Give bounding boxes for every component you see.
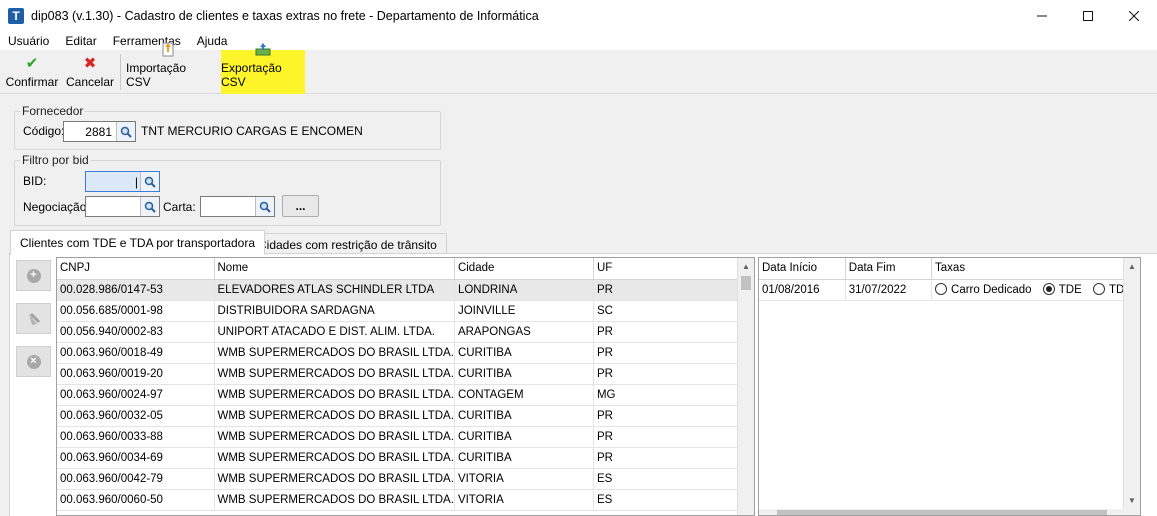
minimize-button[interactable] bbox=[1019, 0, 1065, 31]
negociacao-label: Negociação: bbox=[23, 200, 90, 214]
minimize-icon bbox=[1037, 15, 1047, 16]
close-window-button[interactable] bbox=[1111, 0, 1157, 31]
remove-icon: × bbox=[26, 354, 41, 369]
export-document-icon bbox=[254, 41, 272, 59]
negociacao-input[interactable] bbox=[85, 196, 160, 217]
close-icon bbox=[1129, 10, 1139, 21]
column-header-nome[interactable]: Nome bbox=[214, 258, 455, 280]
codigo-value: 2881 bbox=[85, 124, 112, 139]
clients-header-row: CNPJ Nome Cidade UF bbox=[57, 258, 749, 280]
radio-carro-dedicado[interactable]: Carro Dedicado bbox=[935, 283, 1032, 296]
table-row[interactable]: 00.063.960/0033-88 WMB SUPERMERCADOS DO B… bbox=[57, 426, 749, 448]
checkmark-icon: ✔ bbox=[25, 55, 39, 72]
column-header-cnpj[interactable]: CNPJ bbox=[57, 258, 215, 280]
cancel-button[interactable]: ✖ Cancelar bbox=[64, 50, 116, 94]
clients-vertical-scrollbar[interactable]: ▲ bbox=[737, 258, 754, 515]
carta-input[interactable] bbox=[200, 196, 275, 217]
table-row[interactable]: 01/08/2016 31/07/2022 Carro Dedicado TDE… bbox=[759, 279, 1140, 301]
fornecedor-group: Fornecedor Código: 2881 TNT MERCURIO CAR… bbox=[14, 104, 441, 150]
edit-icon bbox=[28, 312, 40, 325]
delete-button[interactable]: × bbox=[16, 346, 51, 377]
bid-search-button[interactable] bbox=[140, 172, 159, 191]
table-row[interactable]: 00.063.960/0032-05 WMB SUPERMERCADOS DO B… bbox=[57, 405, 749, 427]
import-document-icon bbox=[160, 41, 176, 59]
search-icon bbox=[144, 176, 156, 188]
filtro-group: Filtro por bid BID: | Negociação: Carta:… bbox=[14, 153, 441, 226]
scroll-thumb[interactable] bbox=[741, 276, 751, 290]
table-row[interactable]: 00.056.940/0002-83 UNIPORT ATACADO E DIST… bbox=[57, 321, 749, 343]
scroll-down-icon[interactable]: ▼ bbox=[1124, 492, 1140, 509]
taxas-cell: Carro Dedicado TDE TDE bbox=[931, 279, 1140, 301]
table-row[interactable]: 00.056.685/0001-98 DISTRIBUIDORA SARDAGNA… bbox=[57, 300, 749, 322]
tab-clientes[interactable]: Clientes com TDE e TDA por transportador… bbox=[10, 230, 265, 255]
title-bar: T dip083 (v.1.30) - Cadastro de clientes… bbox=[0, 0, 1157, 31]
radio-tde[interactable]: TDE bbox=[1042, 283, 1082, 296]
codigo-label: Código: bbox=[23, 124, 65, 138]
codigo-input[interactable]: 2881 bbox=[63, 121, 136, 142]
confirm-button[interactable]: ✔ Confirmar bbox=[4, 50, 60, 94]
toolbar: ✔ Confirmar ✖ Cancelar Importação CSV Ex… bbox=[0, 42, 1157, 94]
radio-unchecked-icon bbox=[935, 283, 948, 295]
menu-editar[interactable]: Editar bbox=[57, 34, 104, 48]
export-csv-label: Exportação CSV bbox=[221, 61, 282, 89]
negociacao-search-button[interactable] bbox=[140, 197, 159, 216]
import-csv-button[interactable]: Importação CSV bbox=[126, 42, 210, 94]
bid-cursor: | bbox=[134, 174, 138, 189]
carta-search-button[interactable] bbox=[255, 197, 274, 216]
scroll-up-icon[interactable]: ▲ bbox=[1124, 258, 1140, 275]
radio-unchecked-icon bbox=[1092, 283, 1105, 295]
window-title: dip083 (v.1.30) - Cadastro de clientes e… bbox=[31, 8, 539, 23]
toolbar-separator bbox=[120, 54, 121, 90]
column-header-taxas[interactable]: Taxas bbox=[931, 258, 1140, 280]
table-row[interactable]: 00.063.960/0024-97 WMB SUPERMERCADOS DO B… bbox=[57, 384, 749, 406]
clients-grid: CNPJ Nome Cidade UF 00.028.986/0147-53 EL… bbox=[56, 257, 755, 516]
table-row[interactable]: 00.028.986/0147-53 ELEVADORES ATLAS SCHIN… bbox=[57, 279, 749, 301]
radio-checked-icon bbox=[1042, 283, 1055, 295]
menu-usuario[interactable]: Usuário bbox=[0, 34, 57, 48]
bid-input[interactable]: | bbox=[85, 171, 160, 192]
fornecedor-name: TNT MERCURIO CARGAS E ENCOMEN bbox=[141, 124, 363, 138]
codigo-search-button[interactable] bbox=[116, 122, 135, 141]
column-header-uf[interactable]: UF bbox=[593, 258, 749, 280]
column-header-data-inicio[interactable]: Data Início bbox=[759, 258, 846, 280]
edit-button[interactable] bbox=[16, 303, 51, 334]
taxes-header-row: Data Início Data Fim Taxas bbox=[759, 258, 1140, 280]
column-header-cidade[interactable]: Cidade bbox=[454, 258, 594, 280]
table-row[interactable]: 00.063.960/0042-79 WMB SUPERMERCADOS DO B… bbox=[57, 468, 749, 490]
data-fim-cell: 31/07/2022 bbox=[845, 279, 933, 301]
scroll-up-icon[interactable]: ▲ bbox=[738, 258, 754, 275]
menu-ajuda[interactable]: Ajuda bbox=[189, 34, 236, 48]
table-row[interactable]: 00.063.960/0018-49 WMB SUPERMERCADOS DO B… bbox=[57, 342, 749, 364]
table-row[interactable]: 00.063.960/0034-69 WMB SUPERMERCADOS DO B… bbox=[57, 447, 749, 469]
fornecedor-title: Fornecedor bbox=[20, 104, 86, 118]
app-icon: T bbox=[8, 7, 24, 24]
bid-label: BID: bbox=[23, 174, 47, 188]
hscroll-thumb[interactable] bbox=[777, 510, 1107, 515]
table-row[interactable]: 00.063.960/0019-20 WMB SUPERMERCADOS DO B… bbox=[57, 363, 749, 385]
table-row[interactable]: 00.063.960/0060-50 WMB SUPERMERCADOS DO B… bbox=[57, 489, 749, 511]
filtro-title: Filtro por bid bbox=[20, 153, 91, 167]
add-button[interactable]: + bbox=[16, 260, 51, 291]
confirm-label: Confirmar bbox=[5, 75, 59, 89]
maximize-button[interactable] bbox=[1065, 0, 1111, 31]
maximize-icon bbox=[1083, 10, 1093, 21]
taxes-grid: Data Início Data Fim Taxas 01/08/2016 31… bbox=[758, 257, 1141, 516]
plus-icon: + bbox=[26, 268, 41, 283]
x-icon: ✖ bbox=[83, 55, 97, 72]
search-icon bbox=[144, 201, 156, 213]
carta-label: Carta: bbox=[163, 200, 196, 214]
export-csv-button[interactable]: Exportação CSV bbox=[221, 43, 305, 94]
cancel-label: Cancelar bbox=[65, 75, 115, 89]
taxes-vertical-scrollbar[interactable]: ▲ ▼ bbox=[1123, 258, 1140, 515]
import-csv-label: Importação CSV bbox=[126, 61, 187, 89]
search-icon bbox=[120, 126, 132, 138]
search-icon bbox=[259, 201, 271, 213]
menu-ferramentas[interactable]: Ferramentas bbox=[105, 34, 189, 48]
data-inicio-cell: 01/08/2016 bbox=[759, 279, 846, 301]
taxes-horizontal-scrollbar[interactable] bbox=[759, 509, 1124, 515]
column-header-data-fim[interactable]: Data Fim bbox=[845, 258, 933, 280]
more-options-button[interactable]: ... bbox=[282, 195, 319, 217]
